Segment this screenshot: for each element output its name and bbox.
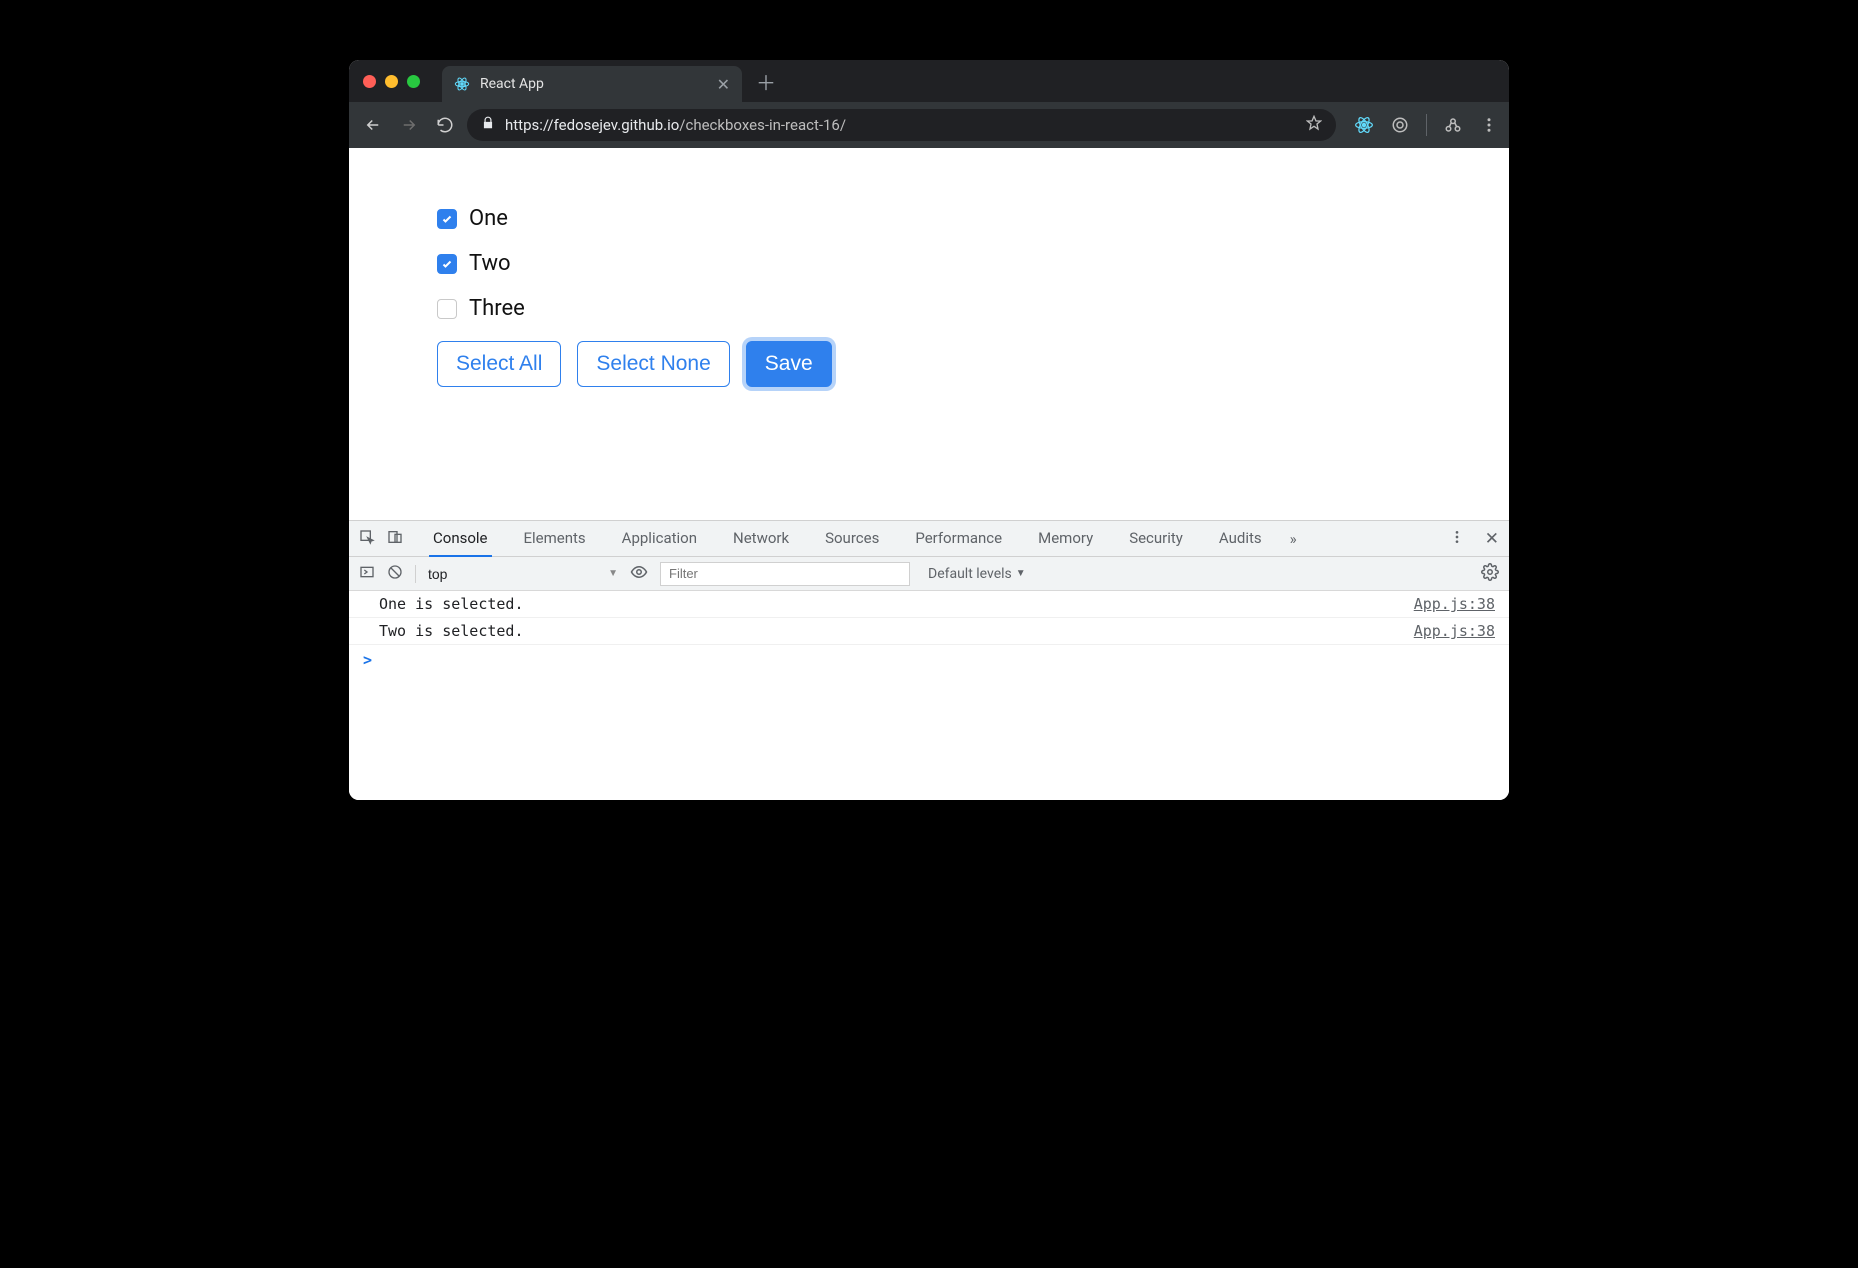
chevron-down-icon: ▼: [1016, 568, 1026, 579]
lock-icon: [481, 116, 495, 134]
console-prompt[interactable]: >: [349, 645, 1509, 675]
console-log-source-link[interactable]: App.js:38: [1414, 622, 1495, 640]
tab-title: React App: [480, 76, 544, 92]
devtools-tabs: Console Elements Application Network Sources…: [349, 521, 1509, 557]
checkbox[interactable]: [437, 299, 457, 319]
checkbox-row: Three: [437, 296, 1421, 321]
new-tab-button[interactable]: ＋: [756, 67, 776, 96]
window-close-button[interactable]: [363, 75, 376, 88]
browser-tab[interactable]: React App ✕: [442, 66, 742, 102]
devtools-tab-network[interactable]: Network: [729, 521, 793, 557]
url-path: /checkboxes-in-react-16/: [679, 116, 846, 134]
nav-back-button[interactable]: [359, 116, 387, 134]
devtools-console-toolbar: top Default levels ▼: [349, 557, 1509, 591]
react-devtools-extension-icon[interactable]: [1354, 115, 1374, 135]
nav-forward-button[interactable]: [395, 116, 423, 134]
page-content: One Two Three Select All Select None Save: [349, 148, 1509, 520]
checkbox-row: Two: [437, 251, 1421, 276]
checkbox-row: One: [437, 206, 1421, 231]
checkbox[interactable]: [437, 254, 457, 274]
profile-icon[interactable]: [1443, 115, 1463, 135]
checkbox-label: Three: [469, 296, 525, 321]
devtools-tab-sources[interactable]: Sources: [821, 521, 883, 557]
console-settings-icon[interactable]: [1481, 563, 1499, 585]
console-log-message: Two is selected.: [379, 622, 524, 640]
device-toolbar-icon[interactable]: [387, 529, 403, 549]
extension-circle-icon[interactable]: [1390, 115, 1410, 135]
console-output: One is selected.App.js:38Two is selected…: [349, 591, 1509, 800]
devtools-tab-application[interactable]: Application: [618, 521, 701, 557]
live-expression-icon[interactable]: [630, 563, 648, 585]
devtools-more-tabs[interactable]: »: [1286, 522, 1301, 556]
console-filter-input[interactable]: [660, 562, 910, 586]
nav-reload-button[interactable]: [431, 116, 459, 134]
url-text: https://fedosejev.github.io/checkboxes-i…: [505, 116, 846, 134]
window-minimize-button[interactable]: [385, 75, 398, 88]
devtools-tab-memory[interactable]: Memory: [1034, 521, 1097, 557]
devtools-tab-audits[interactable]: Audits: [1215, 521, 1266, 557]
window-traffic-lights: [363, 75, 420, 88]
console-log-source-link[interactable]: App.js:38: [1414, 595, 1495, 613]
devtools-tab-performance[interactable]: Performance: [911, 521, 1006, 557]
url-host: https://fedosejev.github.io: [505, 116, 679, 134]
log-levels-label: Default levels: [928, 566, 1012, 582]
extension-area: [1354, 114, 1499, 136]
console-sidebar-toggle-icon[interactable]: [359, 564, 375, 584]
select-all-button[interactable]: Select All: [437, 341, 561, 387]
console-log-message: One is selected.: [379, 595, 524, 613]
button-row: Select All Select None Save: [437, 341, 1421, 387]
address-bar[interactable]: https://fedosejev.github.io/checkboxes-i…: [467, 109, 1336, 141]
devtools-panel: Console Elements Application Network Sources…: [349, 520, 1509, 800]
checkbox-label: Two: [469, 251, 511, 276]
url-toolbar: https://fedosejev.github.io/checkboxes-i…: [349, 102, 1509, 148]
console-log-row: Two is selected. App.js:38: [349, 618, 1509, 645]
devtools-tab-console[interactable]: Console: [429, 521, 492, 557]
log-levels-dropdown[interactable]: Default levels ▼: [928, 566, 1026, 582]
bookmark-star-icon[interactable]: [1306, 115, 1322, 135]
window-maximize-button[interactable]: [407, 75, 420, 88]
devtools-tab-security[interactable]: Security: [1125, 521, 1187, 557]
titlebar: React App ✕ ＋: [349, 60, 1509, 102]
toolbar-divider: [1426, 114, 1427, 136]
checkbox-label: One: [469, 206, 508, 231]
react-icon: [454, 76, 470, 92]
checkbox[interactable]: [437, 209, 457, 229]
browser-menu-icon[interactable]: [1479, 115, 1499, 135]
save-button[interactable]: Save: [746, 341, 832, 387]
devtools-menu-icon[interactable]: [1449, 529, 1465, 549]
tab-close-icon[interactable]: ✕: [717, 75, 730, 94]
clear-console-icon[interactable]: [387, 564, 403, 584]
browser-window: React App ✕ ＋ https://fedosejev.github.i…: [349, 60, 1509, 800]
devtools-tab-elements[interactable]: Elements: [520, 521, 590, 557]
console-context-select[interactable]: top: [428, 566, 618, 582]
select-none-button[interactable]: Select None: [577, 341, 729, 387]
devtools-close-icon[interactable]: ✕: [1485, 529, 1499, 549]
console-log-row: One is selected. App.js:38: [349, 591, 1509, 618]
inspect-element-icon[interactable]: [359, 529, 375, 549]
